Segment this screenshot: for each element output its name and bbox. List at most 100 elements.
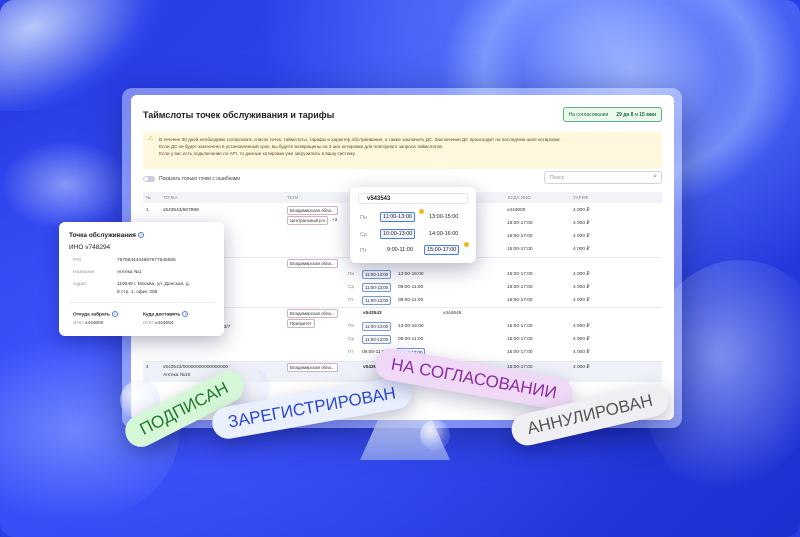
- col-header: №: [146, 195, 151, 200]
- info-icon[interactable]: i: [111, 311, 118, 317]
- tariff: 4 000 ₽: [573, 221, 590, 226]
- card-title: Точка обслуживания i: [69, 232, 214, 239]
- day: Ср: [348, 285, 355, 290]
- from-ino-value: v444000: [85, 321, 104, 326]
- status-time: 29 дн 8 ч 15 мин: [616, 111, 656, 118]
- address-line1: 119049 г. Москва, ул. Донская, д.: [117, 282, 190, 287]
- tag-more[interactable]: +2: [332, 218, 337, 223]
- day: Пт: [348, 350, 354, 355]
- info-icon[interactable]: i: [137, 232, 144, 239]
- tariff: 4 000 ₽: [573, 337, 590, 342]
- info-icon[interactable]: i: [182, 311, 189, 317]
- slot: 13:00-15:00: [398, 272, 424, 277]
- tariff: 4 000 ₽: [573, 350, 590, 355]
- from-title-text: Откуда забрать: [73, 312, 110, 318]
- time-slot[interactable]: 13:00-15:00: [426, 212, 461, 222]
- from-ino: ИНО v444000: [73, 321, 103, 326]
- name-label: Название: [73, 270, 95, 275]
- alert-line: В течение 30 дней необходимо согласовать…: [159, 137, 561, 142]
- slot: 15:00-17:00: [507, 337, 533, 342]
- tag: Приоритет: [287, 319, 315, 328]
- day: Ср: [348, 337, 355, 342]
- col-header: ТАРИФ: [573, 195, 589, 200]
- to-ino-value: v444654: [155, 321, 174, 326]
- to-ino: ИНО v444654: [143, 321, 173, 326]
- alert-line: Если у вас есть подключение по API, то д…: [159, 151, 356, 156]
- timeslot-card-title: v543543: [358, 193, 468, 204]
- time-slot[interactable]: 11:00-13:00: [380, 212, 415, 222]
- errors-toggle[interactable]: [143, 176, 155, 182]
- ino: v444645: [443, 311, 462, 316]
- pin-value: 7576644444667677645555: [117, 258, 176, 263]
- edit-dot: [464, 242, 469, 247]
- day: Пн: [348, 272, 355, 277]
- time-slot[interactable]: 15:00-17:00: [424, 245, 460, 255]
- glass-blob: [0, 140, 130, 230]
- day: Пн: [348, 324, 355, 329]
- status-badge: На согласовании 29 дн 8 ч 15 мин: [562, 107, 662, 122]
- alert-line: Если ДС не будет заключено в установленн…: [159, 144, 444, 149]
- to-title-text: Куда доставить: [143, 312, 181, 318]
- search-input[interactable]: Поиск ⌕: [544, 171, 662, 184]
- from-title: Откуда забрать i: [73, 311, 118, 317]
- edit-dot: [419, 209, 424, 214]
- slot-chip[interactable]: 11:00-13:00: [362, 335, 392, 344]
- point-name: Аптека №10: [163, 373, 191, 378]
- slot: 15:00-17:00: [507, 285, 533, 290]
- row-number: 1: [146, 208, 149, 213]
- time-slot[interactable]: 9:00-11:00: [384, 245, 416, 255]
- warning-alert: ⚠ В течение 30 дней необходимо согласова…: [143, 132, 662, 169]
- slot: 15:00-17:00: [507, 221, 533, 226]
- tariff: 4 000 ₽: [573, 324, 590, 329]
- day: Пт: [348, 298, 354, 303]
- status-label: На согласовании: [568, 111, 609, 118]
- slot: 15:00-17:00: [507, 298, 533, 303]
- slot-chip[interactable]: 11:00-13:00: [362, 270, 392, 279]
- tariff: 4 000 ₽: [573, 247, 590, 252]
- slot-chip[interactable]: 11:00-13:00: [362, 296, 392, 305]
- tag: Владимирская обла...: [287, 206, 338, 215]
- tag: Владимирская обла...: [287, 363, 338, 372]
- slot-chip[interactable]: 11:00-13:00: [362, 283, 392, 292]
- time-slot[interactable]: 14:00-16:00: [426, 229, 461, 239]
- slot: 09:00-11:00: [398, 285, 424, 290]
- ino-label: ИНО: [69, 244, 84, 251]
- slot: 15:00-17:00: [507, 324, 533, 329]
- day: Ср: [360, 232, 368, 238]
- ino-line: ИНО v748294: [69, 244, 214, 251]
- pin-label: PIN: [73, 258, 81, 263]
- from-ino-label: ИНО: [73, 321, 84, 326]
- tariff: 4 000 ₽: [573, 285, 590, 290]
- time-slot[interactable]: 10:00-13:00: [380, 229, 416, 239]
- warning-icon: ⚠: [148, 136, 154, 142]
- col-header: КУДА ИНО: [508, 195, 531, 200]
- tag: Центральный р-н: [287, 216, 329, 225]
- search-placeholder: Поиск: [550, 175, 564, 181]
- point-to: v543543: [363, 311, 382, 316]
- slot-chip[interactable]: 11:00-13:00: [362, 322, 392, 331]
- to-ino-label: ИНО: [143, 321, 154, 326]
- slot: 09:00-11:00: [398, 298, 424, 303]
- point-id[interactable]: v543543/667898: [163, 208, 199, 213]
- day: Пн: [360, 215, 367, 221]
- day: Пт: [360, 248, 367, 254]
- col-header: ТЕГИ: [287, 195, 299, 200]
- timeslot-card: v543543 Пн 11:00-13:00 13:00-15:00 Ср 10…: [350, 187, 476, 263]
- search-icon: ⌕: [653, 173, 657, 180]
- col-header: ТОЧКА: [163, 195, 178, 200]
- slot: 15:00-17:00: [507, 234, 533, 239]
- address-line2: 8 стр. 1, офис 306: [117, 290, 158, 295]
- tag: Владимирская обла...: [287, 309, 338, 318]
- slot: 15:00-17:00: [507, 247, 533, 252]
- slot: 15:00-17:00: [507, 272, 533, 277]
- slot: 09:00-11:00: [398, 337, 424, 342]
- tariff: 4 000 ₽: [573, 208, 590, 213]
- point-id[interactable]: v543543/00000000000000000: [163, 365, 228, 370]
- tariff: 4 000 ₽: [573, 234, 590, 239]
- divider: [69, 302, 214, 303]
- address-label: Адрес: [73, 282, 87, 287]
- tariff: 4 000 ₽: [573, 365, 590, 370]
- slot: 15:00-17:00: [507, 350, 533, 355]
- glass-sphere: [420, 420, 450, 450]
- row-number: 4: [146, 365, 149, 370]
